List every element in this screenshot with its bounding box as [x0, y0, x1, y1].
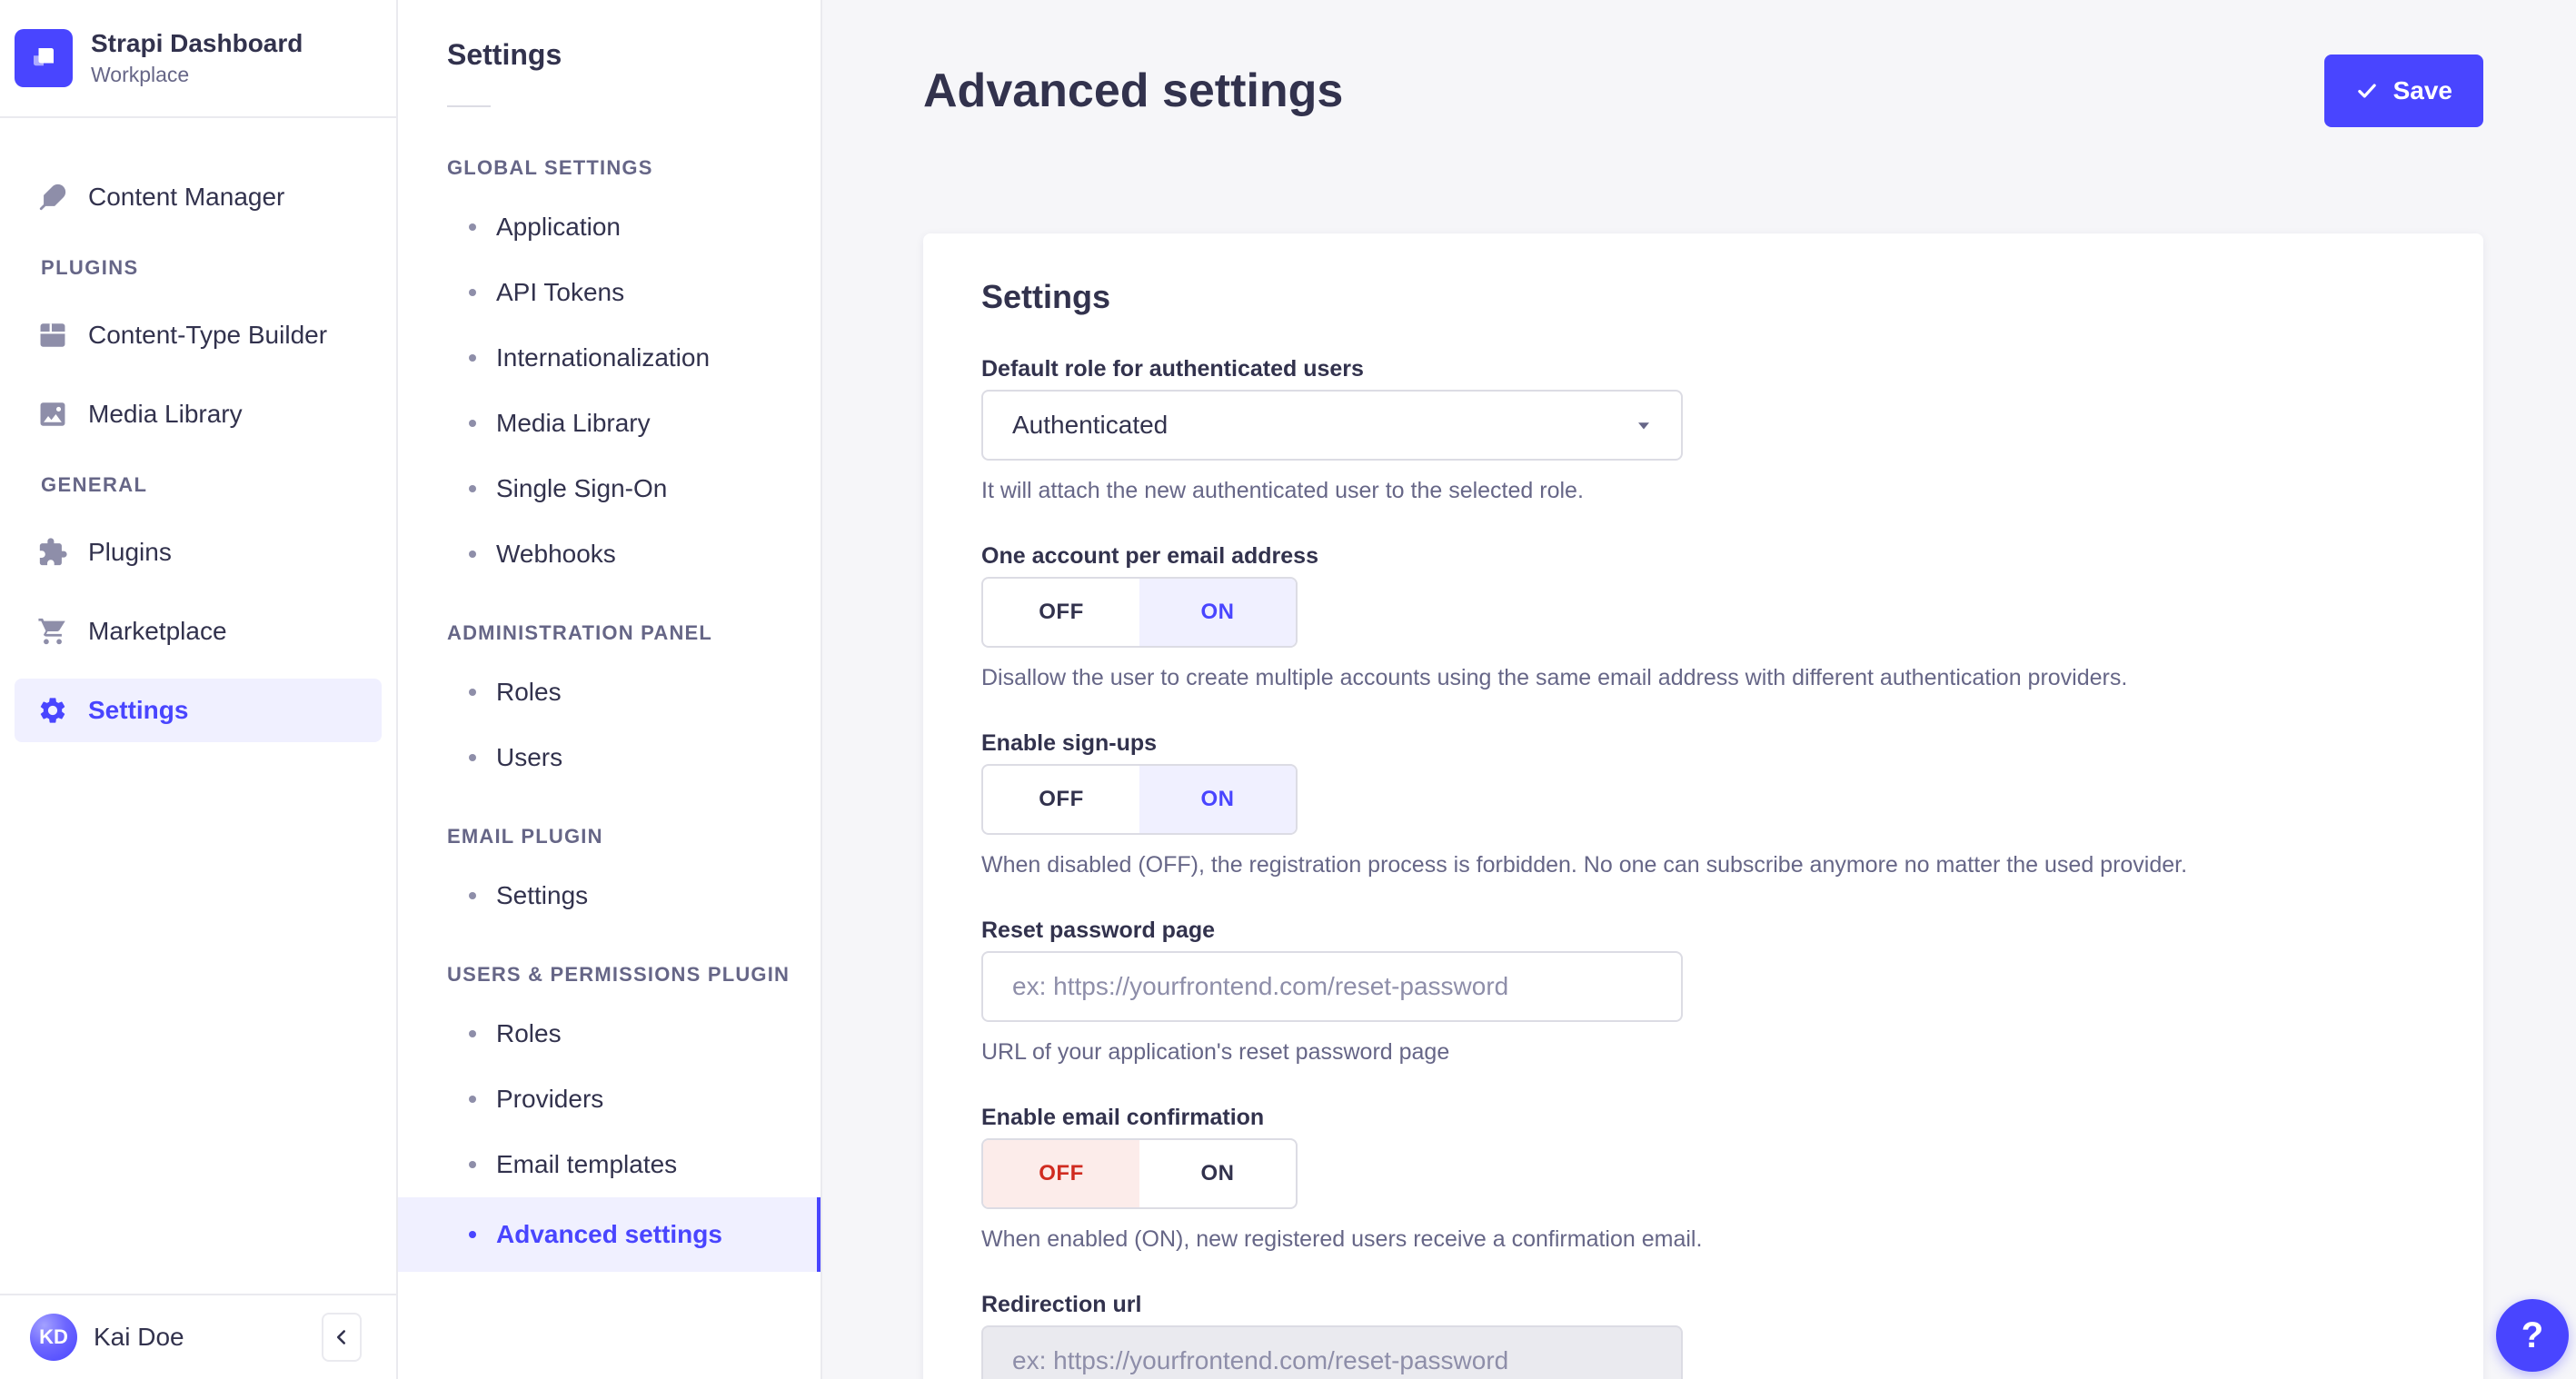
field-label: Reset password page — [981, 918, 1216, 943]
field-hint: URL of your application's reset password… — [981, 1039, 1450, 1065]
field-label: Enable sign-ups — [981, 730, 1158, 756]
subnav-item-advanced-settings[interactable]: Advanced settings — [398, 1197, 821, 1272]
toggle-off-option[interactable]: OFF — [983, 579, 1139, 646]
user-name: Kai Doe — [94, 1323, 184, 1351]
subnav-item-internationalization[interactable]: Internationalization — [398, 325, 821, 391]
nav-item-label: Marketplace — [88, 617, 227, 645]
sidebar-footer: KD Kai Doe — [0, 1294, 396, 1379]
sign-ups-toggle[interactable]: OFF ON — [981, 764, 1298, 835]
subnav-item-single-sign-on[interactable]: Single Sign-On — [398, 456, 821, 521]
content-type-builder-icon — [37, 320, 68, 351]
workspace-switcher[interactable]: Strapi Dashboard Workplace — [0, 0, 396, 118]
nav-item-content-type-builder[interactable]: Content-Type Builder — [15, 303, 382, 367]
nav-item-marketplace[interactable]: Marketplace — [15, 600, 382, 663]
avatar: KD — [30, 1314, 77, 1361]
subnav-item-api-tokens[interactable]: API Tokens — [398, 260, 821, 325]
nav-item-label: Settings — [88, 696, 189, 724]
field-one-account: One account per email address OFF ON Dis… — [981, 542, 2425, 691]
chevron-down-icon — [1632, 413, 1656, 437]
nav-item-label: Media Library — [88, 400, 243, 428]
field-hint: Disallow the user to create multiple acc… — [981, 665, 2128, 690]
media-library-icon — [37, 399, 68, 430]
field-redirection-url: Redirection url — [981, 1291, 2425, 1379]
save-button[interactable]: Save — [2323, 55, 2483, 127]
field-reset-password: Reset password page URL of your applicat… — [981, 917, 2425, 1066]
toggle-on-option[interactable]: ON — [1139, 766, 1296, 833]
chevron-left-icon — [330, 1325, 353, 1349]
field-label: One account per email address — [981, 543, 1318, 569]
subnav-item-providers[interactable]: Providers — [398, 1066, 821, 1132]
shopping-cart-icon — [37, 616, 68, 647]
field-label: Redirection url — [981, 1292, 1142, 1317]
subnav-section-email-plugin: EMAIL PLUGIN — [447, 825, 603, 848]
subnav-section-users-permissions-plugin: USERS & PERMISSIONS PLUGIN — [447, 963, 791, 986]
email-confirmation-toggle[interactable]: OFF ON — [981, 1138, 1298, 1209]
redirection-url-input — [981, 1325, 1683, 1379]
check-icon — [2355, 79, 2379, 103]
select-value: Authenticated — [1012, 411, 1169, 439]
main-content: Advanced settings Save Settings Default … — [822, 0, 2576, 1379]
subnav-section-administration-panel: ADMINISTRATION PANEL — [447, 621, 713, 644]
field-email-confirmation: Enable email confirmation OFF ON When en… — [981, 1104, 2425, 1253]
one-account-toggle[interactable]: OFF ON — [981, 577, 1298, 648]
save-button-label: Save — [2392, 76, 2452, 104]
nav-item-label: Content Manager — [88, 183, 285, 211]
settings-card: Settings Default role for authenticated … — [923, 233, 2483, 1379]
subnav-item-email-settings[interactable]: Settings — [398, 863, 821, 928]
toggle-on-option[interactable]: ON — [1139, 1140, 1296, 1207]
gear-icon — [37, 695, 68, 726]
workspace-name: Workplace — [91, 63, 190, 87]
field-hint: It will attach the new authenticated use… — [981, 478, 1584, 503]
subnav-item-webhooks[interactable]: Webhooks — [398, 521, 821, 587]
subnav-item-application[interactable]: Application — [398, 194, 821, 260]
field-sign-ups: Enable sign-ups OFF ON When disabled (OF… — [981, 729, 2425, 878]
help-button[interactable]: ? — [2496, 1299, 2569, 1372]
subnav-divider — [447, 105, 491, 107]
subnav-item-email-templates[interactable]: Email templates — [398, 1132, 821, 1197]
question-mark-icon: ? — [2521, 1315, 2544, 1355]
subnav-item-roles[interactable]: Roles — [398, 660, 821, 725]
subnav-title: Settings — [447, 38, 562, 71]
nav-item-content-manager[interactable]: Content Manager — [15, 165, 382, 229]
strapi-dashboard: Strapi Dashboard Workplace Content Manag… — [0, 0, 2576, 1379]
field-label: Enable email confirmation — [981, 1105, 1265, 1130]
nav-item-label: Plugins — [88, 538, 172, 566]
default-role-select[interactable]: Authenticated — [981, 390, 1683, 461]
content-manager-icon — [37, 182, 68, 213]
collapse-sidebar-button[interactable] — [322, 1313, 362, 1362]
toggle-off-option[interactable]: OFF — [983, 766, 1139, 833]
toggle-on-option[interactable]: ON — [1139, 579, 1296, 646]
page-header: Advanced settings Save — [923, 0, 2483, 127]
field-hint: When disabled (OFF), the registration pr… — [981, 852, 2188, 878]
page-title: Advanced settings — [923, 64, 1344, 117]
field-default-role: Default role for authenticated users Aut… — [981, 355, 2425, 504]
field-hint: When enabled (ON), new registered users … — [981, 1226, 1703, 1252]
main-sidebar: Strapi Dashboard Workplace Content Manag… — [0, 0, 398, 1379]
puzzle-icon — [37, 537, 68, 568]
subnav-item-users[interactable]: Users — [398, 725, 821, 790]
subnav-item-media-library[interactable]: Media Library — [398, 391, 821, 456]
nav-item-settings[interactable]: Settings — [15, 679, 382, 742]
subnav-item-up-roles[interactable]: Roles — [398, 1001, 821, 1066]
field-label: Default role for authenticated users — [981, 356, 1364, 382]
toggle-off-option[interactable]: OFF — [983, 1140, 1139, 1207]
strapi-logo-icon — [15, 29, 73, 87]
settings-subnav: Settings GLOBAL SETTINGS Application API… — [398, 0, 822, 1379]
nav-section-general: GENERAL — [41, 473, 148, 496]
subnav-section-global-settings: GLOBAL SETTINGS — [447, 156, 653, 179]
reset-password-input[interactable] — [981, 951, 1683, 1022]
nav-section-plugins: PLUGINS — [41, 256, 139, 279]
nav-item-media-library[interactable]: Media Library — [15, 382, 382, 446]
card-title: Settings — [981, 278, 1111, 315]
user-menu[interactable]: KD Kai Doe — [30, 1314, 184, 1361]
app-title: Strapi Dashboard — [91, 28, 303, 57]
nav-item-plugins[interactable]: Plugins — [15, 521, 382, 584]
nav-item-label: Content-Type Builder — [88, 321, 328, 349]
